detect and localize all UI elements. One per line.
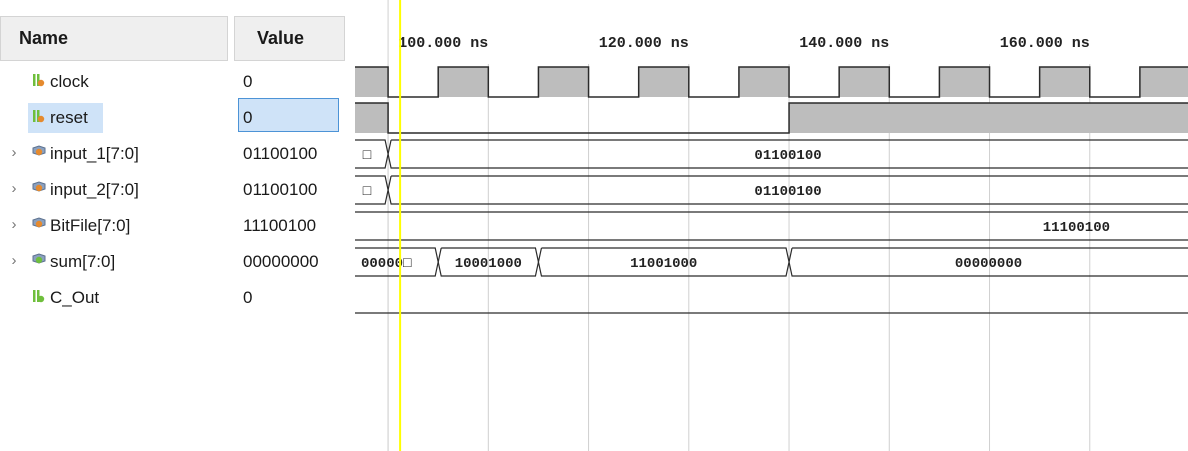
clock-high-pulse (1139, 67, 1188, 97)
input_1-value-label: 01100100 (754, 148, 821, 164)
clock-high-pulse (939, 67, 990, 97)
input_2-value-label: □ (363, 184, 372, 200)
ruler-tick-label: 120.000 ns (599, 35, 689, 52)
BitFile-value-label: 11100100 (1043, 220, 1110, 236)
waveform-canvas[interactable]: 100.000 ns 120.000 ns 140.000 ns 160.000 ns… (0, 0, 1188, 451)
clock-high-pulse (438, 67, 489, 97)
input_1-bus-segment (355, 139, 389, 169)
input_2-value-label: 01100100 (754, 184, 821, 200)
sum-value-label: 00000000 (955, 256, 1022, 272)
reset-high-region (789, 103, 1188, 133)
ruler-tick-label: 100.000 ns (398, 35, 488, 52)
sum-value-label: 10001000 (455, 256, 522, 272)
clock-high-pulse (538, 67, 589, 97)
clock-high-pulse (738, 67, 790, 97)
ruler-tick-label: 140.000 ns (799, 35, 889, 52)
clock-high-pulse (1039, 67, 1090, 97)
clock-high-pulse (355, 67, 389, 97)
clock-high-pulse (839, 67, 890, 97)
sum-value-label: 00000□ (361, 256, 412, 272)
ruler-tick-label: 160.000 ns (1000, 35, 1090, 52)
input_1-value-label: □ (363, 148, 372, 164)
clock-high-pulse (638, 67, 689, 97)
reset-high-region (355, 103, 389, 133)
sum-value-label: 11001000 (630, 256, 697, 272)
input_2-bus-segment (355, 175, 389, 205)
